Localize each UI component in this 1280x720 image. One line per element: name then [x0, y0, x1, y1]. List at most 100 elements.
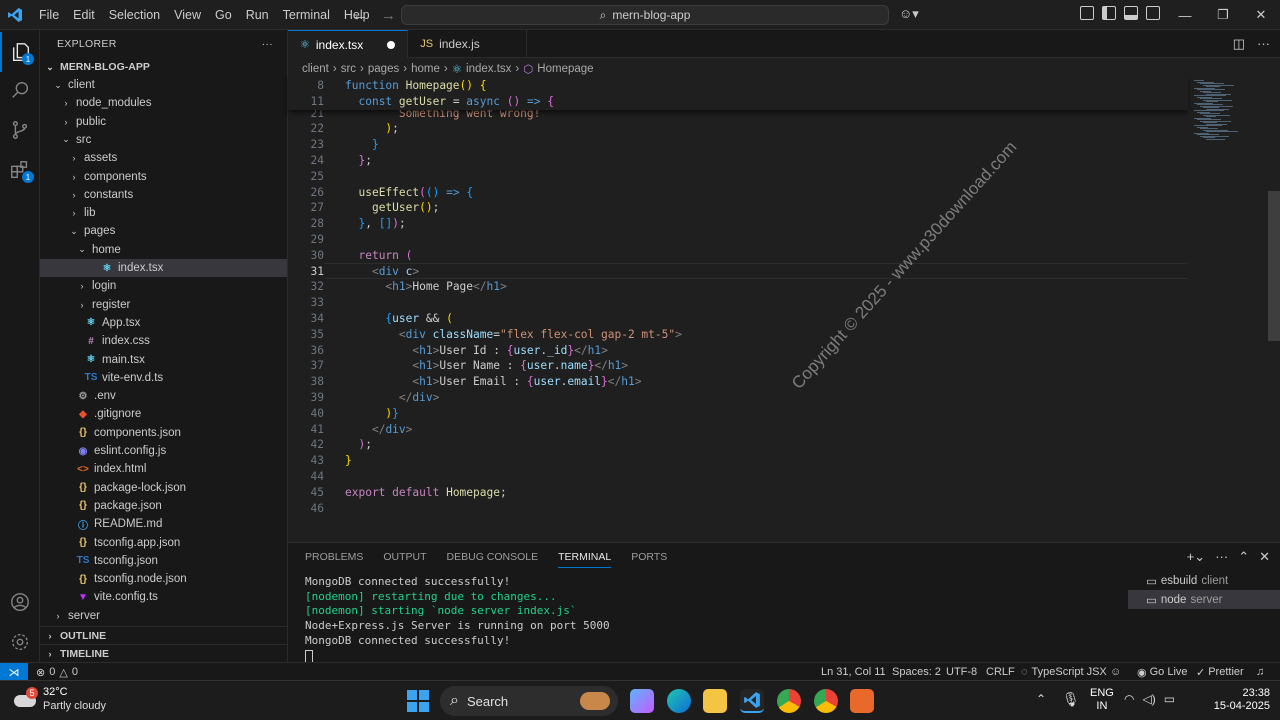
tree-item[interactable]: ▼ vite.config.ts [40, 588, 287, 606]
panel-tab-terminal[interactable]: TERMINAL [558, 551, 612, 568]
code-line[interactable]: 43} [288, 453, 1188, 469]
menu-edit[interactable]: Edit [66, 0, 102, 30]
chrome-profile-icon[interactable] [814, 689, 838, 713]
cursor-position[interactable]: Ln 31, Col 11 [821, 663, 886, 681]
breadcrumb-item[interactable]: src [341, 63, 356, 75]
prettier-status[interactable]: ✓ Prettier [1196, 663, 1244, 681]
breadcrumb-item[interactable]: pages [368, 63, 399, 75]
code-editor[interactable]: 8 function Homepage() {11 const getUser =… [288, 76, 1280, 542]
code-line[interactable]: 28 }, []); [288, 216, 1188, 232]
split-editor-icon[interactable]: ◫ [1233, 36, 1245, 52]
back-arrow-icon[interactable]: ← [352, 7, 367, 24]
code-line[interactable]: 11 const getUser = async () => { [288, 93, 1188, 109]
project-root[interactable]: ⌄ MERN-BLOG-APP [40, 58, 287, 76]
tree-item[interactable]: ⌄ pages [40, 222, 287, 240]
command-center-search[interactable]: ⌕ mern-blog-app [401, 5, 889, 25]
menu-file[interactable]: File [32, 0, 66, 30]
editor-tab[interactable]: JS index.js [408, 30, 527, 58]
code-line[interactable]: 29 [288, 231, 1188, 247]
encoding[interactable]: UTF-8 [946, 663, 977, 681]
code-line[interactable]: 34 {user && ( [288, 310, 1188, 326]
breadcrumb-item[interactable]: Homepage [537, 63, 593, 75]
tree-item[interactable]: › node_modules [40, 94, 287, 112]
copilot-icon[interactable]: ☺▾ [899, 6, 919, 22]
tree-item[interactable]: ⌄ client [40, 76, 287, 94]
menu-view[interactable]: View [167, 0, 208, 30]
terminal-instance[interactable]: ▭ esbuild client [1128, 571, 1280, 590]
windows-start-icon[interactable] [407, 690, 429, 712]
code-line[interactable]: 44 [288, 468, 1188, 484]
code-line[interactable]: 32 <h1>Home Page</h1> [288, 279, 1188, 295]
panel-tab-output[interactable]: OUTPUT [383, 551, 426, 563]
language-indicator[interactable]: ENG IN [1090, 687, 1114, 713]
menu-run[interactable]: Run [239, 0, 276, 30]
toggle-secondary-sidebar-icon[interactable] [1146, 6, 1160, 20]
panel-tab-ports[interactable]: PORTS [631, 551, 667, 563]
toggle-primary-sidebar-icon[interactable] [1102, 6, 1116, 20]
code-line[interactable]: 41 </div> [288, 421, 1188, 437]
tree-item[interactable]: ⓘ README.md [40, 515, 287, 533]
search-sidebar-icon[interactable] [0, 70, 40, 110]
code-line[interactable]: 36 <h1>User Id : {user._id}</h1> [288, 342, 1188, 358]
weather-icon[interactable]: 5 [14, 687, 40, 713]
go-live-button[interactable]: ◉ Go Live [1137, 663, 1188, 681]
code-line[interactable]: 42 ); [288, 437, 1188, 453]
tree-item[interactable]: › register [40, 296, 287, 314]
new-terminal-icon[interactable]: +⌄ [1187, 549, 1205, 565]
code-line[interactable]: 45 export default Homepage; [288, 484, 1188, 500]
code-line[interactable]: 27 getUser(); [288, 200, 1188, 216]
indentation[interactable]: Spaces: 2 [892, 663, 941, 681]
code-line[interactable]: 31 <div c> [288, 263, 1188, 279]
timeline-section[interactable]: › TIMELINE [40, 644, 287, 662]
code-line[interactable]: 24 }; [288, 152, 1188, 168]
tree-item[interactable]: {} package.json [40, 497, 287, 515]
editor-tab[interactable]: ⚛ index.tsx [288, 30, 409, 58]
tree-item[interactable]: ⚙ .env [40, 387, 287, 405]
close-panel-icon[interactable]: ✕ [1259, 549, 1270, 565]
outline-section[interactable]: › OUTLINE [40, 626, 287, 644]
breadcrumb-item[interactable]: index.tsx [466, 63, 511, 75]
source-control-icon[interactable] [0, 110, 40, 150]
forward-arrow-icon[interactable]: → [381, 7, 396, 24]
taskbar-search[interactable]: ⌕ Search [440, 686, 618, 716]
tree-item[interactable]: ⚛ index.tsx [40, 259, 287, 277]
tree-item[interactable]: › lib [40, 204, 287, 222]
copilot-status-icon[interactable]: ☺ [1110, 663, 1121, 681]
code-line[interactable]: 22 ); [288, 121, 1188, 137]
tree-item[interactable]: ◆ .gitignore [40, 405, 287, 423]
panel-tab-problems[interactable]: PROBLEMS [305, 551, 363, 563]
end-of-line[interactable]: CRLF [986, 663, 1015, 681]
tree-item[interactable]: {} package-lock.json [40, 479, 287, 497]
app-icon[interactable] [850, 689, 874, 713]
vertical-scrollbar[interactable] [1268, 191, 1280, 341]
tree-item[interactable]: › server [40, 607, 287, 625]
remote-indicator-icon[interactable]: ⋊ [0, 663, 28, 681]
tree-item[interactable]: ⌄ src [40, 131, 287, 149]
code-line[interactable]: 46 [288, 500, 1188, 516]
tree-item[interactable]: › assets [40, 149, 287, 167]
tree-item[interactable]: ⌄ home [40, 241, 287, 259]
language-mode[interactable]: ◌ TypeScript JSX [1021, 663, 1107, 681]
tree-item[interactable]: {} tsconfig.node.json [40, 570, 287, 588]
sticky-scroll[interactable]: 8 function Homepage() {11 const getUser =… [288, 76, 1188, 110]
manage-gear-icon[interactable] [0, 622, 40, 662]
tree-item[interactable]: › login [40, 277, 287, 295]
tree-item[interactable]: TS tsconfig.json [40, 552, 287, 570]
tree-item[interactable]: <> index.html [40, 460, 287, 478]
vscode-taskbar-icon[interactable] [740, 689, 764, 713]
tree-item[interactable]: # index.css [40, 332, 287, 350]
code-line[interactable]: 37 <h1>User Name : {user.name}</h1> [288, 358, 1188, 374]
show-hidden-icons[interactable]: ⌃ [1036, 692, 1046, 706]
menu-go[interactable]: Go [208, 0, 239, 30]
unsaved-dot-icon[interactable] [387, 40, 396, 49]
code-line[interactable]: 38 <h1>User Email : {user.email}</h1> [288, 374, 1188, 390]
explorer-more-icon[interactable]: ··· [262, 38, 273, 50]
tree-item[interactable]: {} tsconfig.app.json [40, 534, 287, 552]
system-tray[interactable]: ◠ ◁) ▭ [1124, 692, 1175, 706]
more-actions-icon[interactable]: ··· [1257, 36, 1270, 52]
chrome-icon[interactable] [777, 689, 801, 713]
close-window-icon[interactable]: ✕ [1242, 0, 1280, 30]
extensions-icon[interactable]: 1 [0, 150, 40, 190]
maximize-panel-icon[interactable]: ⌃ [1238, 549, 1249, 565]
code-line[interactable]: 40 )} [288, 405, 1188, 421]
